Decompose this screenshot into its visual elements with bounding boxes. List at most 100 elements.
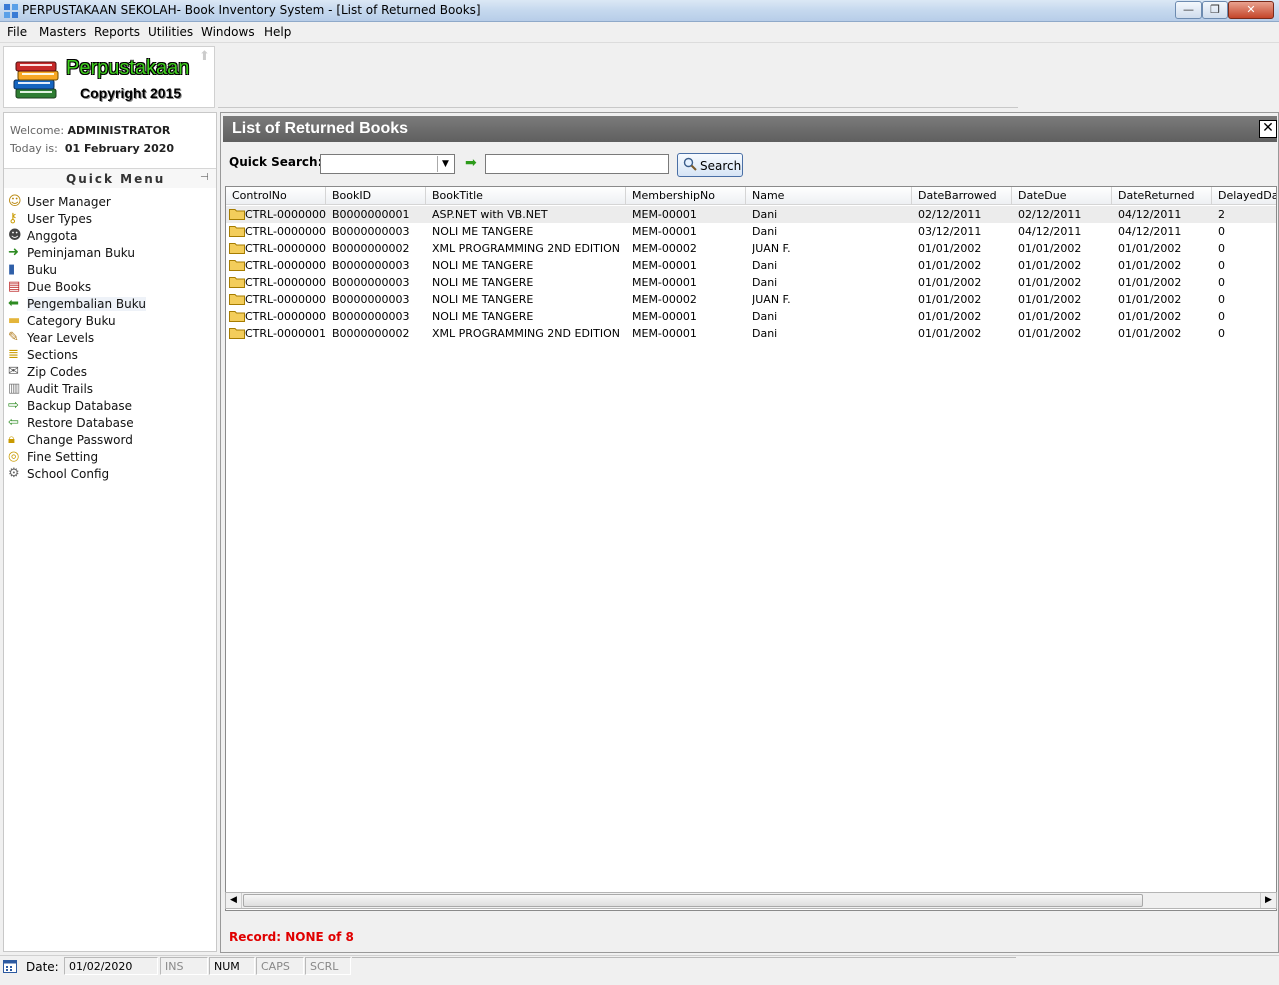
table-row[interactable]: CTRL-00000004 B0000000002 XML PROGRAMMING … — [226, 240, 1276, 257]
maximize-button[interactable]: ❐ — [1202, 1, 1228, 19]
cell-datebarrowed: 01/01/2002 — [918, 310, 982, 323]
scroll-right-icon[interactable]: ▶ — [1260, 893, 1276, 908]
menu-help[interactable]: Help — [264, 25, 291, 39]
cell-bookid: B0000000003 — [332, 259, 410, 272]
sidebar-item-buku[interactable]: ▮ Buku — [8, 261, 146, 278]
cell-booktitle: XML PROGRAMMING 2ND EDITION — [432, 242, 621, 255]
record-status: Record: NONE of 8 — [229, 930, 354, 944]
panel-close-button[interactable]: ✕ — [1259, 120, 1277, 138]
table-row[interactable]: CTRL-00000007 B0000000003 NOLI ME TANGERE M… — [226, 274, 1276, 291]
cell-datedue: 01/01/2002 — [1018, 293, 1082, 306]
status-num: NUM — [209, 957, 255, 975]
returned-books-table: ControlNo BookID BookTitle MembershipNo Name… — [225, 186, 1277, 911]
menu-file[interactable]: File — [7, 25, 27, 39]
column-header-datedue[interactable]: DateDue — [1012, 187, 1112, 205]
table-row[interactable]: CTRL-00000009 B0000000003 NOLI ME TANGERE M… — [226, 308, 1276, 325]
cell-delayedday: 0 — [1218, 276, 1225, 289]
table-header: ControlNo BookID BookTitle MembershipNo Name… — [226, 187, 1276, 205]
chevron-down-icon[interactable]: ▼ — [437, 156, 453, 172]
sidebar-item-label: School Config — [27, 466, 110, 481]
cell-datebarrowed: 01/01/2002 — [918, 293, 982, 306]
sidebar-item-audit-trails[interactable]: ▥ Audit Trails — [8, 380, 146, 397]
column-header-delayedday[interactable]: DelayedDay — [1212, 187, 1276, 205]
quick-menu-header: Quick Menu ⊣ — [4, 168, 216, 188]
table-row[interactable]: CTRL-00000010 B0000000002 XML PROGRAMMING … — [226, 325, 1276, 342]
cell-datereturned: 04/12/2011 — [1118, 225, 1182, 238]
cell-membershipno: MEM-00001 — [632, 225, 697, 238]
cell-delayedday: 0 — [1218, 310, 1225, 323]
column-header-bookid[interactable]: BookID — [326, 187, 426, 205]
sidebar-item-backup-database[interactable]: ⇨ Backup Database — [8, 397, 146, 414]
today-value: 01 February 2020 — [64, 142, 175, 155]
cell-datedue: 01/01/2002 — [1018, 259, 1082, 272]
cell-controlno: CTRL-00000010 — [245, 327, 326, 340]
sidebar-item-restore-database[interactable]: ⇦ Restore Database — [8, 414, 146, 431]
sidebar-item-due-books[interactable]: ▤ Due Books — [8, 278, 146, 295]
search-input[interactable] — [485, 154, 669, 174]
column-header-name[interactable]: Name — [746, 187, 912, 205]
cell-controlno: CTRL-00000002 — [245, 225, 326, 238]
column-header-datereturned[interactable]: DateReturned — [1112, 187, 1212, 205]
column-header-booktitle[interactable]: BookTitle — [426, 187, 626, 205]
sidebar-item-change-password[interactable]: 🔒︎ Change Password — [8, 431, 146, 448]
cell-name: Dani — [752, 225, 778, 238]
sidebar-item-pengembalian-buku[interactable]: ⬅ Pengembalian Buku — [8, 295, 146, 312]
sidebar-item-label: Buku — [27, 262, 58, 277]
column-header-controlno[interactable]: ControlNo — [226, 187, 326, 205]
left-panel: Welcome: ADMINISTRATOR Today is: 01 Febr… — [3, 112, 217, 952]
cell-datereturned: 01/01/2002 — [1118, 327, 1182, 340]
scroll-thumb[interactable] — [243, 894, 1143, 907]
cell-controlno: CTRL-00000006 — [245, 259, 326, 272]
sidebar-item-anggota[interactable]: ☻ Anggota — [8, 227, 146, 244]
sidebar-item-zip-codes[interactable]: ✉ Zip Codes — [8, 363, 146, 380]
search-button[interactable]: Search — [677, 153, 743, 177]
column-header-datebarrowed[interactable]: DateBarrowed — [912, 187, 1012, 205]
gear-icon: ⚙ — [8, 466, 20, 481]
restore-icon: ⇦ — [8, 415, 19, 430]
table-row[interactable]: CTRL-00000002 B0000000003 NOLI ME TANGERE M… — [226, 223, 1276, 240]
close-window-button[interactable]: ✕ — [1228, 1, 1274, 19]
cell-name: Dani — [752, 208, 778, 221]
sidebar-item-user-types[interactable]: ⚷ User Types — [8, 210, 146, 227]
table-row[interactable]: CTRL-00000001 B0000000001 ASP.NET with VB.… — [226, 206, 1276, 223]
cell-delayedday: 0 — [1218, 242, 1225, 255]
sidebar-item-user-manager[interactable]: ☺ User Manager — [8, 193, 146, 210]
sidebar-item-peminjaman-buku[interactable]: ➜ Peminjaman Buku — [8, 244, 146, 261]
sidebar-item-fine-setting[interactable]: ◎ Fine Setting — [8, 448, 146, 465]
borrow-arrow-icon: ➜ — [8, 245, 19, 260]
menu-masters[interactable]: Masters — [39, 25, 86, 39]
today-label: Today is: — [10, 142, 58, 155]
menu-reports[interactable]: Reports — [94, 25, 140, 39]
cell-datebarrowed: 01/01/2002 — [918, 259, 982, 272]
minimize-button[interactable]: — — [1175, 1, 1202, 19]
return-arrow-icon: ⬅ — [8, 296, 19, 311]
sidebar-item-category-buku[interactable]: ▬ Category Buku — [8, 312, 146, 329]
menu-windows[interactable]: Windows — [201, 25, 255, 39]
horizontal-scrollbar[interactable]: ◀ ▶ — [225, 892, 1277, 909]
logo-copyright: Copyright 2015 — [80, 85, 182, 101]
pin-icon[interactable]: ⊣ — [200, 172, 209, 183]
column-header-membershipno[interactable]: MembershipNo — [626, 187, 746, 205]
sidebar-item-year-levels[interactable]: ✎ Year Levels — [8, 329, 146, 346]
cell-bookid: B0000000003 — [332, 293, 410, 306]
pencil-icon: ✎ — [8, 330, 19, 345]
quick-search-label: Quick Search: — [229, 155, 323, 169]
table-row[interactable]: CTRL-00000006 B0000000003 NOLI ME TANGERE M… — [226, 257, 1276, 274]
books-stack-icon — [13, 61, 59, 99]
toolbar-area: Perpustakaan Copyright 2015 ⬆ — [0, 42, 1279, 110]
search-field-select[interactable]: ▼ — [320, 154, 455, 174]
cell-membershipno: MEM-00001 — [632, 208, 697, 221]
sidebar-item-school-config[interactable]: ⚙ School Config — [8, 465, 146, 482]
menu-utilities[interactable]: Utilities — [148, 25, 193, 39]
cell-datebarrowed: 03/12/2011 — [918, 225, 982, 238]
up-arrow-icon: ⬆ — [199, 49, 210, 64]
scroll-left-icon[interactable]: ◀ — [226, 893, 242, 908]
status-filler — [352, 957, 1016, 975]
backup-icon: ⇨ — [8, 398, 19, 413]
sidebar-item-sections[interactable]: ≣ Sections — [8, 346, 146, 363]
sidebar-item-label: Anggota — [27, 228, 78, 243]
table-row[interactable]: CTRL-00000008 B0000000003 NOLI ME TANGERE M… — [226, 291, 1276, 308]
app-icon — [4, 4, 18, 18]
menu-bar: File Masters Reports Utilities Windows H… — [0, 22, 1279, 42]
folder-icon — [229, 209, 245, 220]
